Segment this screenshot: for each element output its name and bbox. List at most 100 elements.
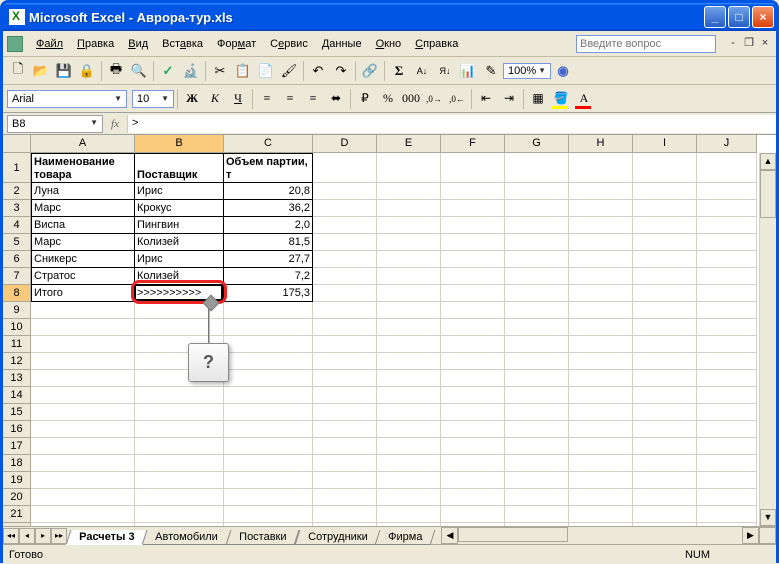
col-header-J[interactable]: J	[697, 135, 757, 153]
cell[interactable]	[697, 153, 757, 183]
row-header-20[interactable]: 20	[3, 489, 31, 506]
cell[interactable]	[377, 302, 441, 319]
cell[interactable]	[633, 404, 697, 421]
cell[interactable]	[697, 285, 757, 302]
increase-decimal-button[interactable]: ,0→	[423, 88, 445, 110]
cell[interactable]	[697, 353, 757, 370]
row-header-6[interactable]: 6	[3, 251, 31, 268]
cell[interactable]	[569, 200, 633, 217]
sheet-tab-4[interactable]: Фирма	[375, 530, 436, 545]
cell[interactable]	[224, 302, 313, 319]
minimize-button[interactable]: _	[704, 6, 726, 28]
row-header-22[interactable]: 22	[3, 523, 31, 526]
cell[interactable]	[697, 489, 757, 506]
cell[interactable]	[633, 302, 697, 319]
cell[interactable]	[633, 268, 697, 285]
cell[interactable]	[224, 421, 313, 438]
cell[interactable]: 36,2	[224, 200, 313, 217]
cell[interactable]: 81,5	[224, 234, 313, 251]
cell[interactable]	[224, 319, 313, 336]
row-header-19[interactable]: 19	[3, 472, 31, 489]
fill-color-button[interactable]: 🪣	[550, 88, 572, 110]
merge-center-button[interactable]: ⬌	[325, 88, 347, 110]
row-header-8[interactable]: 8	[3, 285, 31, 302]
row-header-12[interactable]: 12	[3, 353, 31, 370]
cell[interactable]: Колизей	[135, 234, 224, 251]
cell[interactable]	[697, 217, 757, 234]
cell[interactable]	[441, 234, 505, 251]
drawing-button[interactable]: ✎	[480, 60, 502, 82]
cell[interactable]	[31, 421, 135, 438]
cell[interactable]	[313, 302, 377, 319]
menu-file[interactable]: Файл	[29, 35, 70, 53]
cell[interactable]	[441, 353, 505, 370]
hscroll-thumb[interactable]	[458, 527, 568, 542]
cell[interactable]	[505, 200, 569, 217]
cell[interactable]	[697, 387, 757, 404]
cell[interactable]	[31, 387, 135, 404]
cell[interactable]	[569, 153, 633, 183]
cell[interactable]	[31, 353, 135, 370]
borders-button[interactable]: ▦	[527, 88, 549, 110]
cell[interactable]: Стратос	[31, 268, 135, 285]
col-header-B[interactable]: B	[135, 135, 224, 153]
open-button[interactable]: 📂	[30, 60, 52, 82]
scroll-right-button[interactable]: ▶	[742, 527, 759, 544]
cell[interactable]	[441, 336, 505, 353]
zoom-combo[interactable]: 100%▼	[503, 63, 551, 79]
cell[interactable]: Марс	[31, 234, 135, 251]
cell[interactable]	[441, 438, 505, 455]
cell[interactable]	[313, 217, 377, 234]
cell[interactable]	[135, 421, 224, 438]
copy-button[interactable]: 📋	[232, 60, 254, 82]
font-size-combo[interactable]: 10▼	[132, 90, 174, 108]
cell[interactable]	[505, 251, 569, 268]
col-header-A[interactable]: A	[31, 135, 135, 153]
row-header-17[interactable]: 17	[3, 438, 31, 455]
cell[interactable]	[377, 319, 441, 336]
cell[interactable]	[569, 217, 633, 234]
row-header-4[interactable]: 4	[3, 217, 31, 234]
row-header-16[interactable]: 16	[3, 421, 31, 438]
save-button[interactable]: 💾	[53, 60, 75, 82]
cell[interactable]	[569, 285, 633, 302]
cell[interactable]	[377, 506, 441, 523]
cell[interactable]: Виспа	[31, 217, 135, 234]
menu-insert[interactable]: Вставка	[155, 35, 210, 53]
row-header-7[interactable]: 7	[3, 268, 31, 285]
print-button[interactable]: 🖶	[105, 60, 127, 82]
cell[interactable]: Крокус	[135, 200, 224, 217]
cell[interactable]	[313, 336, 377, 353]
col-header-H[interactable]: H	[569, 135, 633, 153]
scroll-up-button[interactable]: ▲	[760, 153, 776, 170]
menu-view[interactable]: Вид	[121, 35, 155, 53]
cell[interactable]	[31, 319, 135, 336]
cell[interactable]	[569, 489, 633, 506]
cell[interactable]	[569, 506, 633, 523]
spreadsheet-grid[interactable]: ABCDEFGHIJ 12345678910111213141516171819…	[3, 135, 776, 526]
cell[interactable]	[505, 183, 569, 200]
cell[interactable]	[633, 183, 697, 200]
cell[interactable]	[633, 234, 697, 251]
cell[interactable]	[135, 387, 224, 404]
comma-button[interactable]: 000	[400, 88, 422, 110]
new-button[interactable]: 🗋	[7, 60, 29, 82]
paste-button[interactable]: 📄	[255, 60, 277, 82]
row-header-18[interactable]: 18	[3, 455, 31, 472]
currency-button[interactable]: ₽	[354, 88, 376, 110]
cell[interactable]	[569, 370, 633, 387]
cell[interactable]	[377, 472, 441, 489]
cell[interactable]	[633, 336, 697, 353]
cell[interactable]	[377, 183, 441, 200]
cell[interactable]	[313, 285, 377, 302]
col-header-D[interactable]: D	[313, 135, 377, 153]
cell[interactable]	[505, 234, 569, 251]
cell[interactable]	[697, 336, 757, 353]
horizontal-scrollbar[interactable]: ◀ ▶	[441, 527, 759, 544]
undo-button[interactable]: ↶	[307, 60, 329, 82]
cell[interactable]	[569, 455, 633, 472]
doc-close-button[interactable]: ×	[758, 37, 772, 51]
permission-button[interactable]: 🔒	[76, 60, 98, 82]
doc-minimize-button[interactable]: -	[726, 37, 740, 51]
cell[interactable]	[31, 489, 135, 506]
